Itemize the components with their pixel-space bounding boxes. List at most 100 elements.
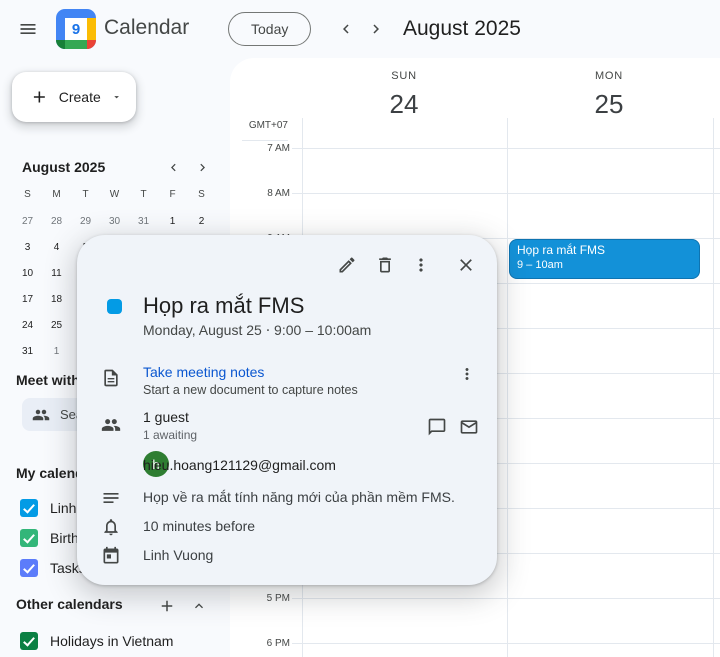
main-menu-button[interactable] [14,15,42,43]
logo-green-strip [65,40,87,49]
bell-icon [101,517,121,537]
popup-event-title: Họp ra mắt FMS [143,292,304,320]
create-button[interactable]: Create [12,72,136,122]
day-name: SUN [344,70,464,82]
guests-icon [101,415,121,435]
current-range-title: August 2025 [403,17,521,41]
calendar-checkbox[interactable] [20,632,38,650]
people-icon [32,406,50,424]
event-options-button[interactable] [403,247,439,283]
minical-date[interactable]: 27 [13,209,42,235]
add-other-calendar-button[interactable] [155,594,179,618]
calendar-checkbox[interactable] [20,529,38,547]
document-icon [101,368,121,388]
hour-label: 7 AM [230,143,290,154]
hour-label: 5 PM [230,593,290,604]
minical-weekday-letter: F [158,188,187,202]
calendar-label: Holidays in Vietnam [50,633,173,649]
logo-darkgreen-corner [56,40,65,49]
hour-label: 8 AM [230,188,290,199]
minical-week-row: 272829303112 [13,209,216,235]
close-icon [456,255,476,275]
calendar-event[interactable]: Họp ra mắt FMS 9 – 10am [509,239,700,279]
minical-prev-button[interactable] [161,155,185,179]
google-calendar-app: 9 Calendar Today August 2025 SUN 24 MON 2 5 … [0,0,720,657]
minical-date[interactable]: 28 [42,209,71,235]
meeting-notes-options-button[interactable] [449,356,485,392]
minical-date[interactable]: 31 [129,209,158,235]
minical-date[interactable]: 1 [158,209,187,235]
minical-date[interactable]: 1 [42,339,71,365]
day-name: MON [549,70,669,82]
minical-date[interactable]: 31 [13,339,42,365]
minical-date[interactable]: 2 [187,209,216,235]
chevron-right-icon [367,20,385,38]
take-meeting-notes-link[interactable]: Take meeting notes [143,364,264,380]
minical-date[interactable]: 10 [13,261,42,287]
calendar-list-item[interactable]: Holidays in Vietnam [0,626,230,656]
calendar-checkbox[interactable] [20,499,38,517]
minical-date[interactable]: 25 [42,313,71,339]
description-icon [101,488,121,508]
hour-line [292,148,720,149]
today-button[interactable]: Today [228,12,311,46]
hour-line [292,193,720,194]
app-title: Calendar [104,16,189,40]
prev-period-button[interactable] [334,17,358,41]
caret-down-icon [111,91,122,103]
event-notification: 10 minutes before [143,518,255,534]
collapse-other-calendars-button[interactable] [187,594,211,618]
day-number[interactable]: 25 [549,89,669,120]
minical-weekday-letter: S [187,188,216,202]
event-calendar-owner: Linh Vuong [143,547,213,563]
create-button-label: Create [59,89,101,105]
event-details-popup: Họp ra mắt FMS Monday, August 25 ⋅ 9:00 … [77,235,497,585]
meeting-notes-subtext: Start a new document to capture notes [143,383,358,397]
gutter-divider [242,140,288,141]
day-column-divider [507,118,508,657]
event-color-chip [107,299,122,314]
plus-icon [158,597,176,615]
popup-event-datetime: Monday, August 25 ⋅ 9:00 – 10:00am [143,322,371,339]
hamburger-icon [18,19,38,39]
next-period-button[interactable] [364,17,388,41]
minical-date[interactable]: 18 [42,287,71,313]
minical-date[interactable]: 30 [100,209,129,235]
minical-title: August 2025 [22,159,105,175]
chevron-up-icon [191,598,207,614]
envelope-icon [459,417,479,437]
minical-date[interactable]: 11 [42,261,71,287]
minical-date[interactable]: 4 [42,235,71,261]
chevron-left-icon [337,20,355,38]
hour-label: 6 PM [230,638,290,649]
chevron-left-icon [166,160,181,175]
other-calendars-list: Holidays in Vietnam [0,626,230,656]
minical-date[interactable]: 3 [13,235,42,261]
chat-with-guests-button[interactable] [419,409,455,445]
day-header: SUN 24 [344,70,464,120]
minical-weekday-letter: W [100,188,129,202]
pencil-icon [337,255,357,275]
delete-event-button[interactable] [367,247,403,283]
minical-date[interactable]: 29 [71,209,100,235]
minical-next-button[interactable] [190,155,214,179]
minical-weekday-row: SMTWTFS [13,188,216,202]
chevron-right-icon [195,160,210,175]
plus-icon [30,87,49,107]
minical-weekday-letter: T [129,188,158,202]
close-popup-button[interactable] [448,247,484,283]
edit-event-button[interactable] [329,247,365,283]
event-description: Họp về ra mắt tính năng mới của phần mềm… [143,489,455,505]
calendar-checkbox[interactable] [20,559,38,577]
chat-icon [427,417,447,437]
kebab-menu-icon [458,365,476,383]
minical-date[interactable]: 24 [13,313,42,339]
guest-email: hieu.hoang121129@gmail.com [143,457,336,473]
minical-date[interactable]: 17 [13,287,42,313]
calendar-logo-icon[interactable]: 9 [56,9,96,49]
email-guests-button[interactable] [451,409,487,445]
minical-weekday-letter: M [42,188,71,202]
day-number[interactable]: 24 [344,89,464,120]
guest-status: 1 awaiting [143,428,197,442]
day-column-divider [713,118,714,657]
